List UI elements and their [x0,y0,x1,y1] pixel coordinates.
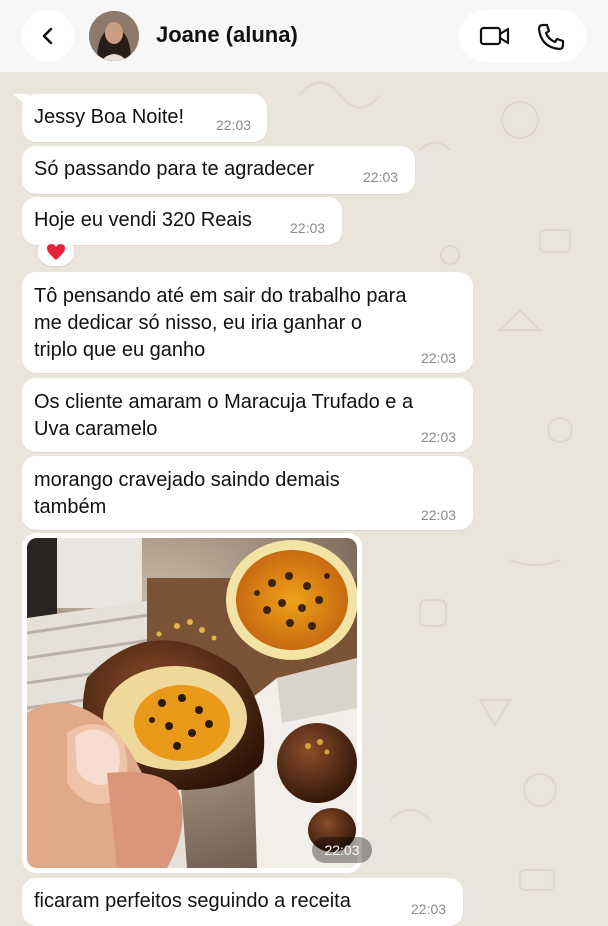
chat-header: Joane (aluna) [0,0,608,72]
message-time: 22:03 [421,429,457,445]
phone-icon[interactable] [536,22,566,52]
photo-image [27,538,357,868]
image-message[interactable]: 22:03 [22,533,372,873]
message-time: 22:03 [216,117,252,133]
heart-icon [47,244,65,260]
message-text: Jessy Boa Noite! [34,106,185,128]
call-actions [459,10,586,62]
message-bubble[interactable]: ficaram perfeitos seguindo a receita 22:… [22,878,463,926]
video-camera-icon[interactable] [479,23,511,49]
message-list: Jessy Boa Noite! 22:03 Só passando para … [0,72,608,926]
message-text-line: Tô pensando até em sair do trabalho para [34,285,407,307]
message-time: 22:03 [421,350,457,366]
message-text-line: Uva caramelo [34,418,158,440]
message-time: 22:03 [421,507,457,523]
message-bubble[interactable]: Hoje eu vendi 320 Reais 22:03 [22,197,342,245]
message-text-line: triplo que eu ganho [34,339,206,361]
message-text-line: Os cliente amaram o Maracuja Trufado e a [34,391,414,413]
message-bubble[interactable]: morango cravejado saindo demais também 2… [22,456,473,530]
message-text: Só passando para te agradecer [34,158,315,180]
message-time: 22:03 [290,220,326,236]
message-text-line: me dedicar só nisso, eu iria ganhar o [34,312,362,334]
chocolate-truffle-photo[interactable] [27,538,357,868]
message-text: ficaram perfeitos seguindo a receita [34,890,351,912]
avatar[interactable] [89,11,139,61]
message-time: 22:03 [363,169,399,185]
image-time: 22:03 [312,837,372,863]
message-text: Hoje eu vendi 320 Reais [34,209,252,231]
back-button[interactable] [22,10,74,62]
message-time: 22:03 [411,901,447,917]
message-text-line: também [34,496,107,518]
message-bubble[interactable]: Tô pensando até em sair do trabalho para… [22,272,473,373]
message-bubble[interactable]: Jessy Boa Noite! 22:03 [22,94,267,142]
heart-reaction[interactable] [38,238,74,266]
contact-name[interactable]: Joane (aluna) [156,22,298,48]
message-bubble[interactable]: Só passando para te agradecer 22:03 [22,146,415,194]
chevron-left-icon [42,27,53,45]
message-text-line: morango cravejado saindo demais [34,469,340,491]
message-bubble[interactable]: Os cliente amaram o Maracuja Trufado e a… [22,378,473,452]
